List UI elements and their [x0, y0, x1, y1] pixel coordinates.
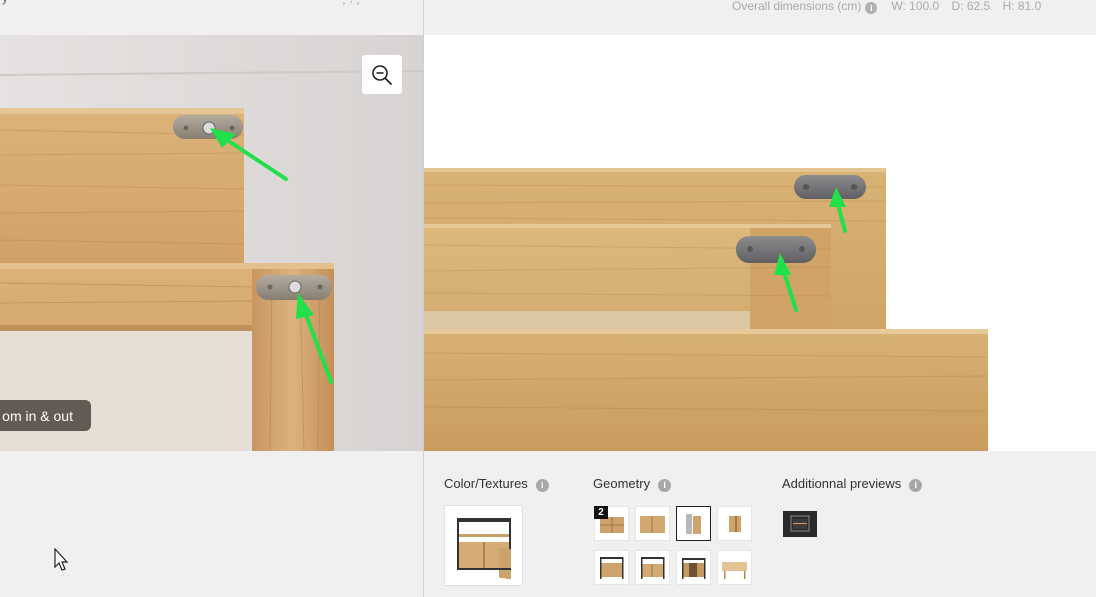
geometry-option[interactable] — [717, 506, 752, 541]
dimension-depth: D: 62.5 — [951, 0, 991, 13]
info-icon[interactable]: i — [535, 479, 549, 492]
dimension-width: W: 100.0 — [891, 0, 940, 13]
dimensions-label: Overall dimensions (cm) — [732, 0, 862, 13]
geometry-option[interactable] — [635, 506, 670, 541]
left-header-strip: y ¸ , ¸ — [0, 0, 423, 35]
geometry-option[interactable] — [717, 550, 752, 585]
geometry-heading: Geometry i — [593, 476, 672, 492]
dimension-height: H: 81.0 — [1002, 0, 1042, 13]
additional-previews-label: Additionnal previews — [782, 476, 902, 491]
header-text-fragment: y — [2, 0, 8, 5]
geometry-count-badge: 2 — [594, 506, 608, 519]
geometry-option[interactable] — [676, 550, 711, 585]
overall-dimensions: Overall dimensions (cm) i W: 100.0 D: 62.5… — [732, 0, 1050, 14]
3d-preview[interactable] — [424, 35, 1096, 451]
product-photo[interactable] — [0, 35, 423, 451]
additional-preview-thumbnail[interactable] — [783, 511, 817, 537]
geometry-label: Geometry — [593, 476, 651, 491]
product-photo-pane: y ¸ , ¸ — [0, 0, 424, 597]
geometry-option[interactable]: 2 — [594, 506, 629, 541]
geometry-option[interactable] — [594, 550, 629, 585]
zoom-button[interactable] — [362, 55, 402, 94]
info-icon[interactable]: i — [658, 479, 672, 492]
color-textures-label: Color/Textures — [444, 476, 528, 491]
zoom-out-icon — [372, 64, 392, 85]
configurator-pane: Overall dimensions (cm) i W: 100.0 D: 62.5… — [424, 0, 1096, 597]
additional-previews-heading: Additionnal previews i — [782, 476, 923, 492]
header-text-fragment-right: ¸ , ¸ — [342, 0, 360, 5]
texture-thumbnail[interactable] — [444, 505, 523, 586]
mouse-pointer-icon — [54, 548, 69, 571]
info-icon[interactable]: i — [865, 2, 878, 14]
geometry-option[interactable] — [635, 550, 670, 585]
zoom-hint-label: om in & out — [0, 400, 91, 431]
geometry-option-selected[interactable] — [676, 506, 711, 541]
color-textures-heading: Color/Textures i — [444, 476, 549, 492]
info-icon[interactable]: i — [909, 479, 923, 492]
